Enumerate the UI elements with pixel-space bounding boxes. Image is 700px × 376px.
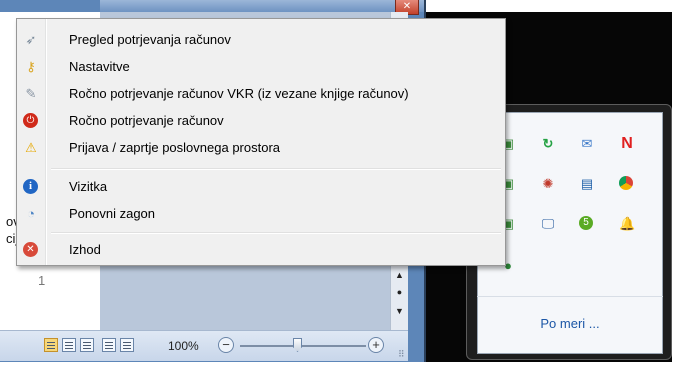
document-title-bar (100, 0, 424, 12)
context-menu: ➶ Pregled potrjevanja računov ⚷ Nastavit… (16, 18, 506, 266)
menu-item-nastavitve[interactable]: ⚷ Nastavitve (17, 54, 505, 80)
zoom-slider-thumb[interactable] (293, 338, 302, 352)
menu-item-label: Vizitka (69, 179, 108, 194)
resize-grip-icon[interactable]: ⠿ (398, 349, 405, 360)
outline-view-icon[interactable] (102, 338, 116, 352)
menu-item-pregled-potrjevanja[interactable]: ➶ Pregled potrjevanja računov (17, 27, 505, 53)
badge-5-icon[interactable]: 5 (579, 216, 593, 230)
bell-icon[interactable]: 🔔 (619, 216, 635, 232)
menu-item-label: Ponovni zagon (69, 206, 156, 221)
menu-item-prijava-zaprtje[interactable]: ⚠ Prijava / zaprtje poslovnega prostora (17, 135, 505, 161)
chrome-icon[interactable] (619, 176, 633, 190)
zoom-level[interactable]: 100% (168, 339, 199, 353)
exit-icon: ✕ (23, 242, 38, 257)
zoom-slider[interactable] (240, 345, 366, 347)
menu-item-rocno-potrjevanje[interactable]: ⏻ Ročno potrjevanje računov (17, 108, 505, 134)
zoom-out-button[interactable]: − (218, 337, 234, 353)
refresh-icon: ◔ (27, 206, 35, 221)
pen-icon: ✎ (25, 86, 37, 101)
network-icon[interactable]: ▤ (579, 176, 595, 192)
pointer-icon: ➶ (25, 32, 37, 47)
menu-separator (51, 168, 501, 170)
status-bar: 100% − + ⠿ (0, 330, 408, 361)
right-margin (672, 0, 700, 376)
select-browse-object-icon[interactable]: ● (391, 285, 408, 299)
menu-item-label: Pregled potrjevanja računov (69, 32, 231, 47)
zoom-in-button[interactable]: + (368, 337, 384, 353)
menu-item-label: Ročno potrjevanje računov VKR (iz vezane… (69, 86, 409, 101)
scroll-down-page-icon[interactable]: ▼ (391, 304, 408, 318)
line-number: 1 (38, 273, 46, 288)
menu-item-label: Nastavitve (69, 59, 130, 74)
menu-item-label: Ročno potrjevanje računov (69, 113, 224, 128)
mail-icon[interactable]: ✉ (579, 136, 595, 152)
tray-divider (477, 296, 663, 297)
reading-view-icon[interactable] (62, 338, 76, 352)
menu-item-izhod[interactable]: ✕ Izhod (17, 237, 505, 263)
menu-separator (51, 232, 501, 234)
key-icon: ⚷ (26, 59, 36, 74)
print-layout-view-icon[interactable] (44, 338, 58, 352)
web-layout-view-icon[interactable] (80, 338, 94, 352)
power-icon: ⏻ (23, 113, 38, 128)
menu-item-rocno-potrjevanje-vkr[interactable]: ✎ Ročno potrjevanje računov VKR (iz veza… (17, 81, 505, 107)
menu-item-vizitka[interactable]: i Vizitka (17, 174, 505, 200)
monitor-icon[interactable]: 🖵 (540, 216, 556, 232)
menu-item-label: Prijava / zaprtje poslovnega prostora (69, 140, 281, 155)
green-arrow-icon[interactable]: ↻ (540, 136, 556, 152)
scroll-up-page-icon[interactable]: ▲ (391, 268, 408, 282)
customize-link[interactable]: Po meri ... (477, 316, 663, 331)
draft-view-icon[interactable] (120, 338, 134, 352)
menu-item-ponovni-zagon[interactable]: ◔ Ponovni zagon (17, 201, 505, 227)
info-icon: i (23, 179, 38, 194)
bottom-margin (0, 362, 700, 376)
warning-icon: ⚠ (25, 140, 37, 155)
menu-item-label: Izhod (69, 242, 101, 257)
colorful-app-icon[interactable]: ✺ (540, 176, 556, 192)
n-logo-icon[interactable]: N (619, 136, 635, 152)
